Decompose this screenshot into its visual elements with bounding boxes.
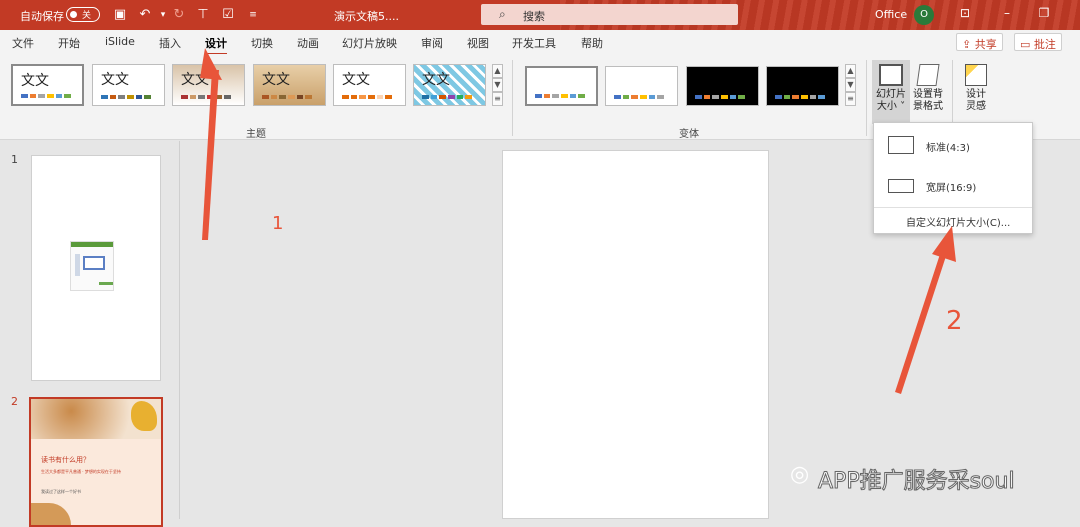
arrow-1-shaft	[202, 70, 219, 240]
annotation-step-1: 1	[272, 213, 284, 234]
arrow-1-head	[200, 48, 222, 80]
annotation-step-2: 2	[946, 306, 963, 336]
wechat-icon: ◎	[790, 462, 810, 487]
arrow-2-head	[932, 226, 956, 262]
arrow-2-shaft	[895, 248, 948, 394]
watermark: APP推广服务采soul	[818, 469, 1016, 495]
annotation-arrows	[200, 48, 956, 394]
